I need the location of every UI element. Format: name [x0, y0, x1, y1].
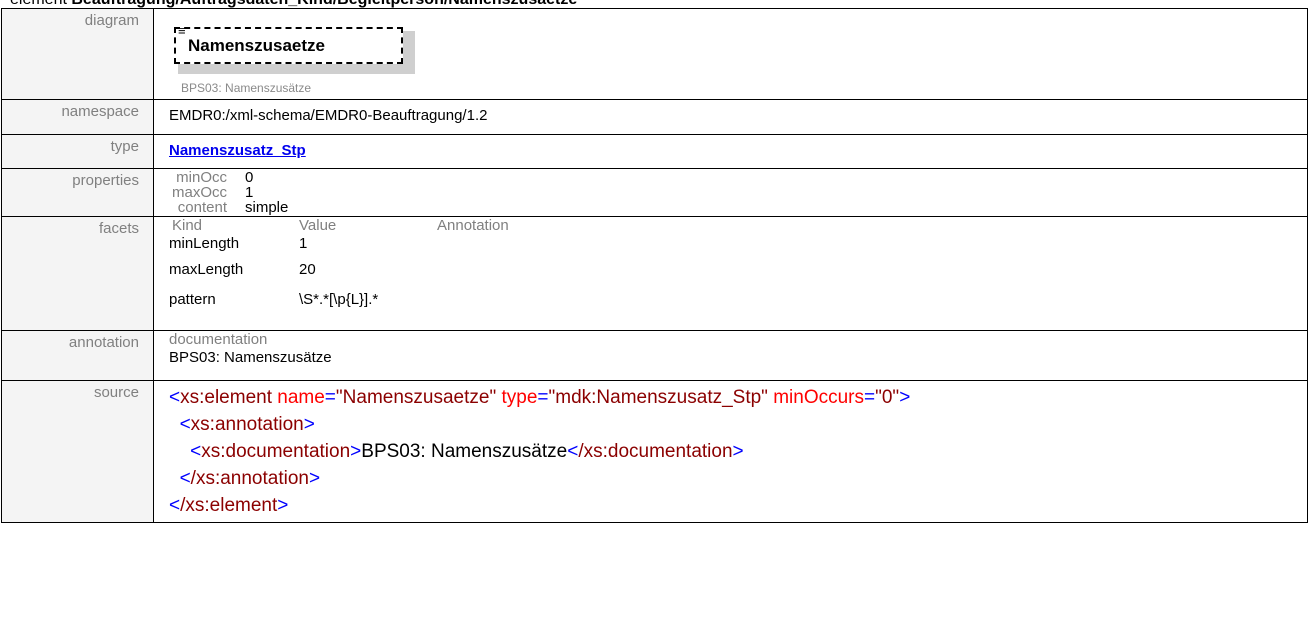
element-box[interactable]: ≡ Namenszusaetze	[174, 23, 403, 64]
documentation-text: BPS03: Namenszusätze	[169, 349, 332, 366]
source-code: <xs:element name="Namenszusaetze" type="…	[169, 381, 1307, 519]
properties-cell: minOcc 0 maxOcc 1 content simple	[153, 168, 1308, 217]
type-link[interactable]: Namenszusatz_Stp	[169, 135, 1307, 159]
source-attr-name: name	[277, 387, 325, 408]
row-properties: properties minOcc 0 maxOcc 1 content sim…	[1, 168, 1308, 217]
source-attr-name: minOccurs	[773, 387, 865, 408]
property-row: minOcc 0	[169, 170, 1307, 185]
source-tag: /xs:annotation	[190, 468, 309, 489]
diagram: ≡ Namenszusaetze BPS03: Namenszusätze	[154, 9, 1307, 99]
header-kind: element	[0, 0, 67, 8]
facet-row: minLength 1	[169, 233, 1307, 255]
source-attr-value: "Namenszusaetze"	[335, 387, 497, 408]
property-key: minOcc	[176, 169, 227, 186]
property-value: 0	[245, 169, 254, 186]
facet-value: 20	[299, 261, 316, 278]
facets-header-annotation: Annotation	[437, 217, 509, 234]
label-annotation: annotation	[1, 330, 154, 381]
annotation-cell: documentation BPS03: Namenszusätze	[153, 330, 1308, 381]
facet-row: maxLength 20	[169, 255, 1307, 285]
source-attr-name: type	[501, 387, 538, 408]
facet-annotation	[437, 255, 637, 285]
source-line: <xs:annotation>	[179, 414, 315, 435]
row-namespace: namespace EMDR0:/xml-schema/EMDR0-Beauft…	[1, 99, 1308, 135]
namespace-value: EMDR0:/xml-schema/EMDR0-Beauftragung/1.2	[169, 107, 488, 124]
source-tag: xs:annotation	[190, 414, 304, 435]
label-type: type	[1, 134, 154, 169]
label-properties: properties	[1, 168, 154, 217]
label-namespace: namespace	[1, 99, 154, 135]
facet-kind: pattern	[169, 291, 216, 308]
property-key: content	[177, 199, 227, 216]
element-box-name: Namenszusaetze	[188, 36, 326, 55]
property-row: content simple	[169, 200, 1307, 215]
sequence-marker-icon: ≡	[178, 23, 186, 38]
facets-header: Kind Value Annotation	[169, 217, 1307, 233]
source-tag: /xs:element	[180, 495, 278, 516]
source-attr-value: "mdk:Namenszusatz_Stp"	[548, 387, 768, 408]
source-line: <xs:documentation>BPS03: Namenszusätze</…	[190, 441, 744, 462]
facet-annotation	[437, 285, 637, 315]
header-path: Beauftragung/Auftragsdaten_Kind/Begleitp…	[71, 0, 577, 8]
source-cell: <xs:element name="Namenszusaetze" type="…	[153, 380, 1308, 523]
type-cell: Namenszusatz_Stp	[153, 134, 1308, 169]
facets-cell: Kind Value Annotation minLength 1 maxLen…	[153, 216, 1308, 331]
source-attr-value: "0"	[875, 387, 900, 408]
row-facets: facets Kind Value Annotation minLength 1…	[1, 216, 1308, 331]
facet-kind: maxLength	[169, 261, 244, 278]
source-tag: xs:element	[180, 387, 272, 408]
property-value: 1	[245, 184, 254, 201]
source-text: BPS03: Namenszusätze	[361, 441, 568, 462]
facet-value: \S*.*[\p{L}].*	[299, 291, 379, 308]
facet-row: pattern \S*.*[\p{L}].*	[169, 285, 1307, 315]
element-box-caption: BPS03: Namenszusätze	[181, 81, 312, 95]
row-type: type Namenszusatz_Stp	[1, 134, 1308, 169]
element-doc-table: diagram ≡ Namenszusaetze BPS03: Namenszu…	[1, 8, 1308, 523]
source-tag: /xs:documentation	[578, 441, 733, 462]
property-value: simple	[245, 199, 289, 216]
diagram-cell: ≡ Namenszusaetze BPS03: Namenszusätze	[153, 8, 1308, 100]
facet-kind: minLength	[169, 235, 240, 252]
row-source: source <xs:element name="Namenszusaetze"…	[1, 380, 1308, 523]
facets-header-kind: Kind	[172, 217, 203, 234]
source-line: <xs:element name="Namenszusaetze" type="…	[169, 387, 911, 408]
property-row: maxOcc 1	[169, 185, 1307, 200]
label-source: source	[1, 380, 154, 523]
row-annotation: annotation documentation BPS03: Namenszu…	[1, 330, 1308, 381]
label-facets: facets	[1, 216, 154, 331]
facets-header-value: Value	[299, 217, 337, 234]
label-diagram: diagram	[1, 8, 154, 100]
source-tag: xs:documentation	[201, 441, 351, 462]
namespace-cell: EMDR0:/xml-schema/EMDR0-Beauftragung/1.2	[153, 99, 1308, 135]
property-key: maxOcc	[171, 184, 227, 201]
source-line: </xs:element>	[169, 495, 289, 516]
facet-value: 1	[299, 235, 308, 252]
facet-annotation	[437, 233, 637, 255]
documentation-label: documentation	[169, 331, 268, 348]
source-line: </xs:annotation>	[179, 468, 321, 489]
row-diagram: diagram ≡ Namenszusaetze BPS03: Namenszu…	[1, 8, 1308, 100]
